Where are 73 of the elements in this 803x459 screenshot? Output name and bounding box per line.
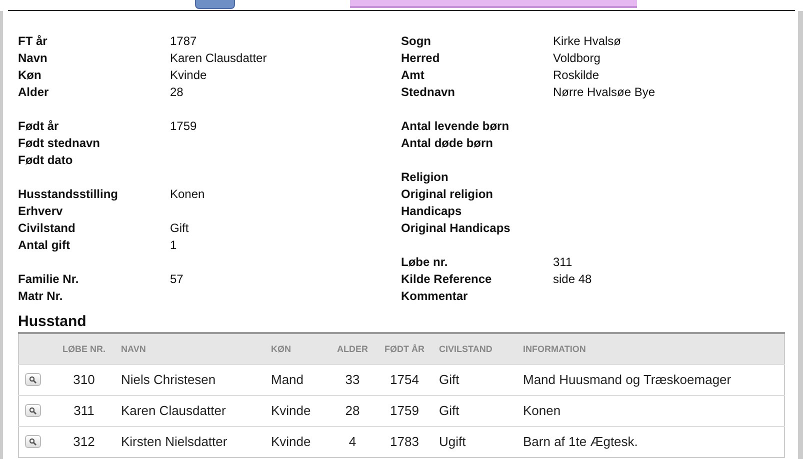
search-icon[interactable] xyxy=(25,435,41,448)
field-label: Alder xyxy=(18,84,50,98)
field-label: Herred xyxy=(401,50,441,64)
table-cell: 28 xyxy=(345,403,360,418)
field-label: Original Handicaps xyxy=(401,220,512,234)
field-label: Matr Nr. xyxy=(18,288,64,302)
table-cell: Barn af 1te Ægtesk. xyxy=(523,434,638,449)
table-cell: Gift xyxy=(439,403,460,418)
field-label: Sogn xyxy=(401,34,432,48)
field-label: Husstandsstilling xyxy=(18,186,120,200)
table-cell: 1759 xyxy=(390,403,419,418)
table-cell: 4 xyxy=(348,434,356,449)
table-cell: Kirsten Nielsdatter xyxy=(121,434,228,449)
field-value: Gift xyxy=(170,220,189,234)
field-value: 1759 xyxy=(170,118,197,132)
search-icon[interactable] xyxy=(25,373,41,386)
field-value: Voldborg xyxy=(553,50,600,64)
field-label: Født år xyxy=(18,118,60,132)
field-label: Religion xyxy=(401,170,450,184)
field-label: Løbe nr. xyxy=(401,254,449,268)
field-value: Roskilde xyxy=(553,68,600,82)
section-title: Husstand xyxy=(18,313,88,330)
table-cell: Niels Christesen xyxy=(121,372,216,387)
column-header: NAVN xyxy=(115,333,265,364)
field-value: 28 xyxy=(170,84,184,98)
column-header: ALDER xyxy=(329,333,376,364)
table-cell: Mand xyxy=(271,372,304,387)
field-label: Original religion xyxy=(401,186,494,200)
table-cell: Gift xyxy=(439,372,460,387)
table-cell: Kvinde xyxy=(271,434,311,449)
field-label: Stednavn xyxy=(401,84,456,98)
search-icon[interactable] xyxy=(25,404,41,417)
field-label: Køn xyxy=(18,68,42,82)
field-label: Antal levende børn xyxy=(401,118,510,132)
table-cell: Ugift xyxy=(439,434,466,449)
field-label: Navn xyxy=(18,50,48,64)
field-value: Karen Clausdatter xyxy=(170,50,267,64)
field-label: Familie Nr. xyxy=(18,272,80,286)
table-cell: 310 xyxy=(73,372,95,387)
column-header: LØBE NR. xyxy=(53,333,115,364)
field-label: Antal gift xyxy=(18,238,71,252)
field-value: Kirke Hvalsø xyxy=(553,34,622,48)
table-cell: Konen xyxy=(523,403,561,418)
field-value: 1 xyxy=(170,238,177,252)
field-value: side 48 xyxy=(553,272,592,286)
field-label: Erhverv xyxy=(18,204,64,218)
field-value: Nørre Hvalsøe Bye xyxy=(553,84,656,98)
field-label: Kilde Reference xyxy=(401,272,493,286)
field-label: Født dato xyxy=(18,152,74,166)
table-cell: Mand Huusmand og Træskoemager xyxy=(523,372,732,387)
column-header: CIVILSTAND xyxy=(433,333,517,364)
field-label: Antal døde børn xyxy=(401,136,494,150)
field-label: Født stednavn xyxy=(18,136,102,150)
table-cell: 1783 xyxy=(390,434,419,449)
field-label: FT år xyxy=(18,34,48,48)
field-value: 57 xyxy=(170,272,184,286)
table-cell: Karen Clausdatter xyxy=(121,403,226,418)
field-label: Handicaps xyxy=(401,204,463,218)
table-cell: 33 xyxy=(345,372,360,387)
field-label: Civilstand xyxy=(18,220,76,234)
field-label: Amt xyxy=(401,68,426,82)
table-cell: 311 xyxy=(74,403,94,418)
table-cell: 312 xyxy=(73,434,95,449)
field-label: Kommentar xyxy=(401,288,469,302)
table-cell: Kvinde xyxy=(271,403,311,418)
column-header: KØN xyxy=(265,333,329,364)
table-cell: 1754 xyxy=(390,372,419,387)
field-value: 1787 xyxy=(170,34,197,48)
column-header: FØDT ÅR xyxy=(376,333,433,364)
column-header: INFORMATION xyxy=(517,333,784,364)
field-value: Kvinde xyxy=(170,68,207,82)
field-value: 311 xyxy=(553,254,572,268)
field-value: Konen xyxy=(170,186,205,200)
